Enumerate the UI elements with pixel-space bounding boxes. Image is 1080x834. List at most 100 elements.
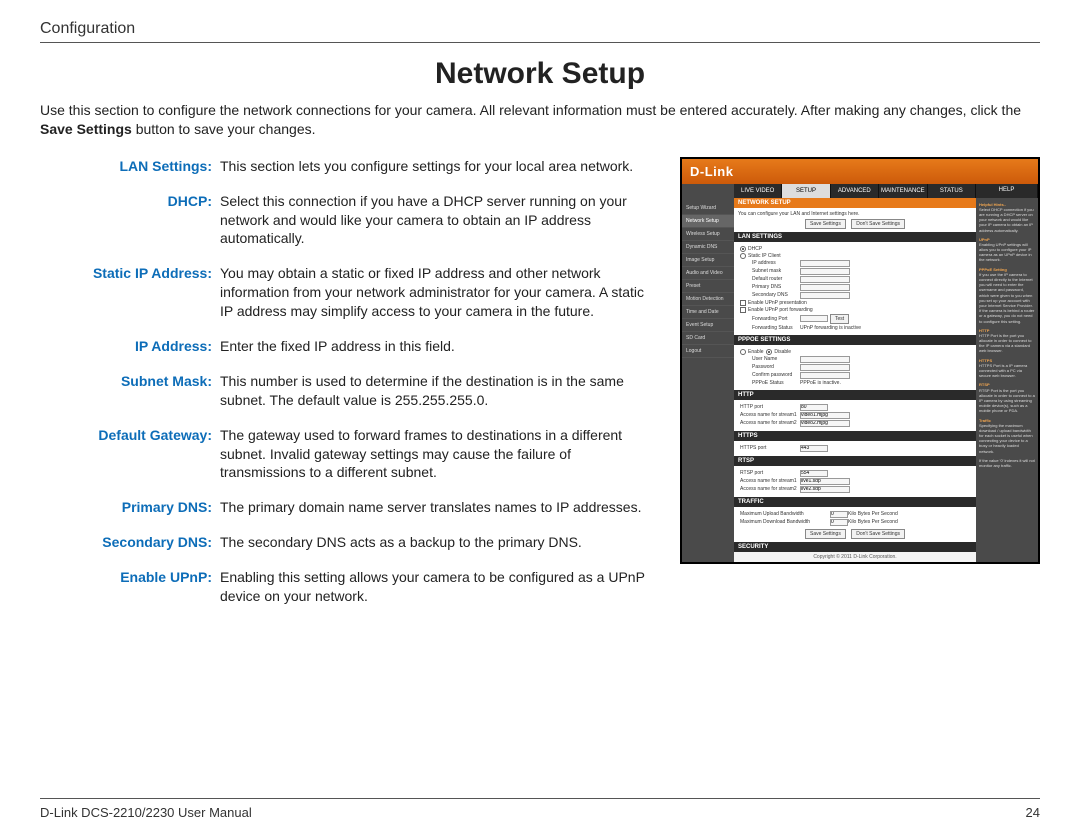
ss-tab[interactable]: LIVE VIDEO	[734, 184, 782, 198]
ss-section-title: NETWORK SETUP	[734, 198, 976, 208]
ss-nav-item[interactable]: Time and Date	[682, 306, 734, 319]
subnet-label: Subnet mask	[740, 268, 800, 274]
ss-traffic-panel: Maximum Upload Bandwidth Kilo Bytes Per …	[734, 507, 976, 542]
ip-label: IP address	[740, 260, 800, 266]
ss-desc-text: You can configure your LAN and Internet …	[738, 211, 860, 217]
definitions-list: LAN SettingsThis section lets you config…	[40, 157, 660, 622]
ss-nav-item[interactable]: Event Setup	[682, 319, 734, 332]
dont-save-button-bottom[interactable]: Don't Save Settings	[851, 529, 905, 539]
ip-input[interactable]	[800, 260, 850, 267]
ss-brand-bar: D-Link	[682, 159, 1038, 184]
router-input[interactable]	[800, 276, 850, 283]
ss-nav-item[interactable]: Dynamic DNS	[682, 241, 734, 254]
hint-item: HTTPS Port is a IP camera connected with…	[979, 363, 1035, 379]
sdns-label: Secondary DNS	[740, 292, 800, 298]
dont-save-button[interactable]: Don't Save Settings	[851, 219, 905, 229]
hint-item: Select DHCP connection if you are runnin…	[979, 207, 1035, 233]
ss-body: Setup Wizard Network Setup Wireless Setu…	[682, 184, 1038, 562]
def-desc: Select this connection if you have a DHC…	[220, 192, 650, 249]
traffic-unit: Kilo Bytes Per Second	[848, 519, 898, 525]
pppoe-pass-input[interactable]	[800, 364, 850, 371]
ss-lan-title: LAN SETTINGS	[734, 232, 976, 242]
http-a2-input[interactable]	[800, 420, 850, 427]
static-radio[interactable]	[740, 253, 746, 259]
def-label: Static IP Address	[40, 264, 220, 321]
rtsp-a1-input[interactable]	[800, 478, 850, 485]
save-settings-button[interactable]: Save Settings	[805, 219, 846, 229]
rtsp-port-input[interactable]	[800, 470, 828, 477]
def-desc: Enabling this setting allows your camera…	[220, 568, 650, 606]
page-title: Network Setup	[40, 57, 1040, 91]
subnet-input[interactable]	[800, 268, 850, 275]
ss-nav-item[interactable]: Preset	[682, 280, 734, 293]
pppoe-enable-label: Enable	[748, 349, 764, 355]
hint-item: If you use the IP camera to connect dire…	[979, 272, 1035, 324]
http-port-input[interactable]	[800, 404, 828, 411]
test-button[interactable]: Test	[830, 314, 849, 324]
ss-pppoe-panel: Enable Disable User Name Password Confir…	[734, 345, 976, 390]
def-label: Secondary DNS	[40, 533, 220, 552]
pppoe-disable-radio[interactable]	[766, 349, 772, 355]
sdns-input[interactable]	[800, 292, 850, 299]
def-primary-dns: Primary DNSThe primary domain name serve…	[40, 498, 650, 517]
intro-post: button to save your changes.	[132, 121, 316, 137]
fwd-port-input[interactable]	[800, 315, 828, 322]
def-desc: This section lets you configure settings…	[220, 157, 650, 176]
https-port-input[interactable]	[800, 445, 828, 452]
ss-rtsp-panel: RTSP port Access name for stream1 Access…	[734, 466, 976, 497]
pdns-input[interactable]	[800, 284, 850, 291]
def-label: IP Address	[40, 337, 220, 356]
ss-tab[interactable]: STATUS	[928, 184, 976, 198]
ss-nav-item[interactable]: Motion Detection	[682, 293, 734, 306]
hint-item: Enabling UPnP settings will allow you to…	[979, 242, 1035, 263]
rtsp-a2-input[interactable]	[800, 486, 850, 493]
content-row: LAN SettingsThis section lets you config…	[40, 157, 1040, 622]
def-label: Default Gateway	[40, 426, 220, 483]
hint-item: HTTP Port is the port you allocate in or…	[979, 333, 1035, 354]
def-secondary-dns: Secondary DNSThe secondary DNS acts as a…	[40, 533, 650, 552]
ss-tab[interactable]: MAINTENANCE	[879, 184, 928, 198]
def-ip-address: IP AddressEnter the fixed IP address in …	[40, 337, 650, 356]
pppoe-disable-label: Disable	[774, 349, 791, 355]
ss-tab[interactable]: ADVANCED	[831, 184, 879, 198]
ss-nav-item[interactable]: Network Setup	[682, 215, 734, 228]
ss-help-tab[interactable]: HELP	[976, 184, 1038, 198]
pppoe-enable-radio[interactable]	[740, 349, 746, 355]
pppoe-user-label: User Name	[740, 356, 800, 362]
rtsp-a2-label: Access name for stream2	[740, 486, 800, 492]
http-a1-input[interactable]	[800, 412, 850, 419]
embedded-screenshot: D-Link Setup Wizard Network Setup Wirele…	[680, 157, 1040, 564]
ss-tab[interactable]: SETUP	[782, 184, 830, 198]
hint-item: RTSP Port is the port you allocate in or…	[979, 388, 1035, 414]
ss-traffic-title: TRAFFIC	[734, 497, 976, 507]
upnp-fwd-checkbox[interactable]	[740, 307, 746, 313]
pppoe-confirm-input[interactable]	[800, 372, 850, 379]
ss-section-desc: You can configure your LAN and Internet …	[734, 208, 976, 232]
pppoe-user-input[interactable]	[800, 356, 850, 363]
def-enable-upnp: Enable UPnPEnabling this setting allows …	[40, 568, 650, 606]
section-label: Configuration	[40, 20, 1040, 38]
pdns-label: Primary DNS	[740, 284, 800, 290]
ss-hints: HELP Helpful Hints.. Select DHCP connect…	[976, 184, 1038, 562]
traffic-up-input[interactable]	[830, 511, 848, 518]
footer-page-number: 24	[1026, 805, 1040, 820]
upnp-pres-checkbox[interactable]	[740, 300, 746, 306]
rtsp-port-label: RTSP port	[740, 470, 800, 476]
ss-left-nav: Setup Wizard Network Setup Wireless Setu…	[682, 184, 734, 562]
ss-nav-item[interactable]: Wireless Setup	[682, 228, 734, 241]
def-default-gateway: Default GatewayThe gateway used to forwa…	[40, 426, 650, 483]
fwd-status-val: UPnP forwarding is inactive	[800, 325, 861, 331]
def-desc: The gateway used to forward frames to de…	[220, 426, 650, 483]
ss-nav-item[interactable]: Logout	[682, 345, 734, 358]
fwd-status-label: Forwarding Status	[740, 325, 800, 331]
ss-nav-item[interactable]: Audio and Video	[682, 267, 734, 280]
save-settings-button-bottom[interactable]: Save Settings	[805, 529, 846, 539]
ss-http-panel: HTTP port Access name for stream1 Access…	[734, 400, 976, 431]
ss-nav-item[interactable]: SD Card	[682, 332, 734, 345]
ss-nav-item[interactable]: Image Setup	[682, 254, 734, 267]
ss-lan-panel: DHCP Static IP Client IP address Subnet …	[734, 242, 976, 335]
ss-nav-item[interactable]: Setup Wizard	[682, 202, 734, 215]
traffic-dn-input[interactable]	[830, 519, 848, 526]
ss-https-panel: HTTPS port	[734, 441, 976, 456]
dhcp-radio[interactable]	[740, 246, 746, 252]
